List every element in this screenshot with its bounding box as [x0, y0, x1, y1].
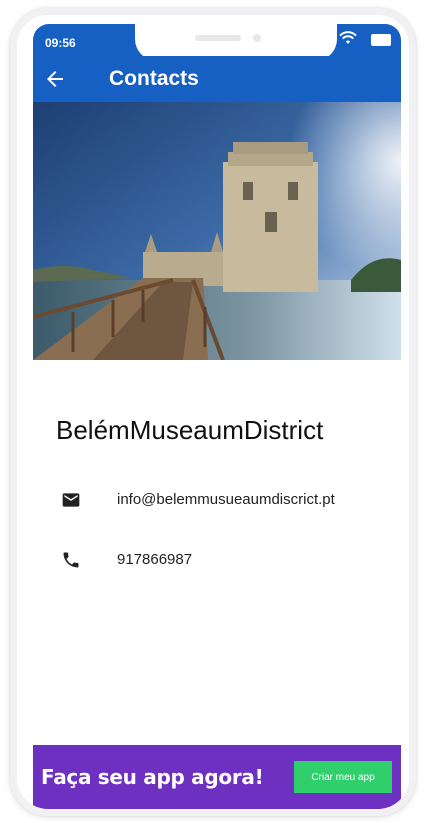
- banner-text: Faça seu app agora!: [41, 765, 264, 789]
- contact-name: BelémMuseaumDistrict: [56, 415, 324, 445]
- contact-email[interactable]: info@belemmusueaumdiscrict.pt: [117, 491, 335, 508]
- front-camera: [253, 34, 261, 42]
- back-arrow-icon[interactable]: [43, 67, 67, 91]
- battery-icon: [371, 34, 391, 46]
- phone-icon: [63, 552, 79, 568]
- speaker-grille: [195, 35, 241, 41]
- create-app-button[interactable]: Criar meu app: [294, 761, 392, 793]
- email-icon: [62, 493, 80, 507]
- page-title: Contacts: [109, 67, 199, 90]
- promo-banner[interactable]: Faça seu app agora! Criar meu app: [33, 745, 401, 809]
- hero-photo: [33, 102, 401, 360]
- app-bar: Contacts: [33, 56, 401, 102]
- contact-phone[interactable]: 917866987: [117, 551, 192, 568]
- status-time: 09:56: [45, 36, 76, 50]
- wifi-icon: [339, 31, 357, 44]
- status-bar: 09:56: [33, 22, 401, 61]
- phone-frame: 09:56 Contacts BelémMuseaumDistrict info…: [10, 8, 416, 816]
